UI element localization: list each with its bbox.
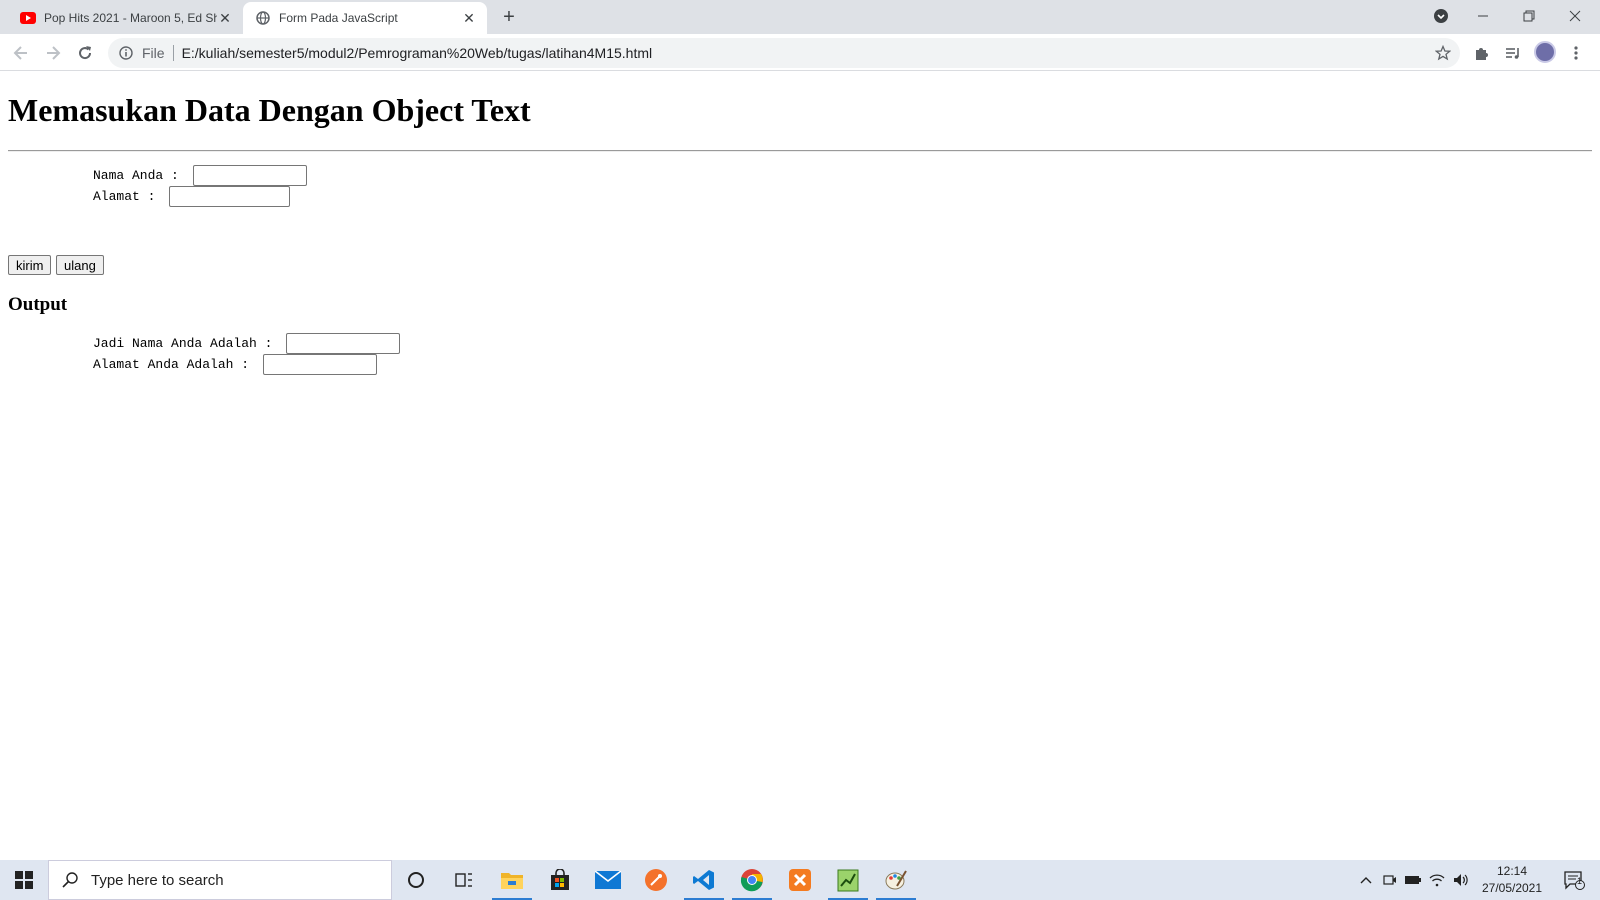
start-button[interactable] [0,860,48,900]
back-button[interactable] [8,40,34,66]
tab-title: Form Pada JavaScript [279,11,398,25]
notification-count: 1 [1577,876,1583,886]
tab-strip: Pop Hits 2021 - Maroon 5, Ed Sheeran ✕ F… [0,0,1600,34]
arrow-right-icon [47,46,61,60]
search-placeholder: Type here to search [91,871,224,889]
close-icon[interactable]: ✕ [461,10,477,26]
clock-date: 27/05/2021 [1481,881,1543,895]
taskbar-search[interactable]: Type here to search [48,860,392,900]
page-content: Memasukan Data Dengan Object Text Nama A… [0,72,1600,860]
chevron-down-icon [1434,9,1448,23]
browser-toolbar: File E:/kuliah/semester5/modul2/Pemrogra… [0,34,1600,71]
battery-icon[interactable] [1402,860,1424,900]
meet-now-icon[interactable] [1380,860,1400,900]
clock-time: 12:14 [1496,864,1528,878]
scheme-label: File [142,45,165,61]
kirim-button[interactable]: kirim [8,255,52,275]
profile-avatar[interactable] [1534,41,1556,63]
address-bar[interactable]: File E:/kuliah/semester5/modul2/Pemrogra… [108,38,1460,68]
menu-icon[interactable] [1565,42,1587,64]
extensions-icon[interactable] [1470,42,1492,64]
alamat-input[interactable] [169,186,291,207]
search-icon [61,871,79,889]
ulang-button[interactable]: ulang [56,255,104,275]
chrome-icon[interactable] [728,860,776,900]
minimize-button[interactable] [1460,0,1506,32]
new-tab-button[interactable]: + [498,6,520,28]
output-alamat-row: Alamat Anda Adalah : [93,354,377,375]
notification-center-icon[interactable]: 1 [1556,860,1592,900]
forward-button[interactable] [40,40,66,66]
vscode-icon[interactable] [680,860,728,900]
output-nama-field[interactable] [286,333,401,354]
tab-form-javascript[interactable]: Form Pada JavaScript ✕ [243,2,487,34]
restore-button[interactable] [1506,0,1552,32]
xampp-icon[interactable] [776,860,824,900]
tab-pop-hits[interactable]: Pop Hits 2021 - Maroon 5, Ed Sheeran ✕ [8,2,243,34]
mail-icon[interactable] [584,860,632,900]
horizontal-rule [8,150,1592,152]
close-window-button[interactable] [1552,0,1598,32]
store-icon[interactable] [536,860,584,900]
page-title: Memasukan Data Dengan Object Text [8,92,531,128]
volume-icon[interactable] [1450,860,1472,900]
paint-icon[interactable] [872,860,920,900]
cortana-icon[interactable] [392,860,440,900]
taskbar-clock[interactable]: 12:14 27/05/2021 [1476,863,1548,897]
info-icon[interactable] [118,45,134,61]
output-nama-row: Jadi Nama Anda Adalah : [93,333,401,354]
alamat-row: Alamat : [93,186,291,207]
sublime-icon[interactable] [632,860,680,900]
globe-icon [255,10,271,26]
youtube-icon [20,10,36,26]
reload-icon [79,46,92,60]
tab-search-button[interactable] [1418,0,1464,32]
nama-row: Nama Anda : [93,165,307,186]
output-heading: Output [8,294,68,315]
url-text[interactable]: E:/kuliah/semester5/modul2/Pemrograman%2… [182,45,653,61]
star-icon[interactable] [1434,44,1452,62]
output-alamat-label: Alamat Anda Adalah : [93,357,257,372]
output-alamat-field[interactable] [262,354,377,375]
alamat-label: Alamat : [93,189,164,204]
media-control-icon[interactable] [1502,42,1524,64]
wifi-icon[interactable] [1426,860,1448,900]
tab-title: Pop Hits 2021 - Maroon 5, Ed Sheeran [44,11,217,25]
divider [172,45,174,61]
nama-label: Nama Anda : [93,168,187,183]
close-icon[interactable]: ✕ [217,10,233,26]
output-nama-label: Jadi Nama Anda Adalah : [93,336,281,351]
arrow-left-icon [13,46,27,60]
notepad-chart-icon[interactable] [824,860,872,900]
reload-button[interactable] [72,40,98,66]
taskbar: Type here to search 12:14 27/05/2021 1 [0,860,1600,900]
file-explorer-icon[interactable] [488,860,536,900]
windows-icon [15,871,33,889]
chevron-up-icon[interactable] [1356,860,1376,900]
nama-input[interactable] [192,165,307,186]
task-view-icon[interactable] [440,860,488,900]
